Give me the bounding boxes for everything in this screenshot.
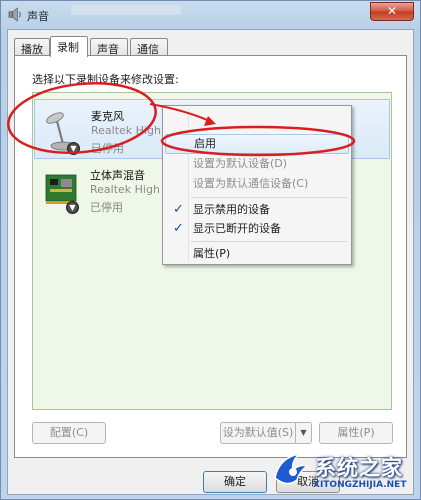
tab-playback[interactable]: 播放 [14,38,50,56]
instruction-text: 选择以下录制设备来修改设置: [32,73,179,86]
set-default-label: 设为默认值(S) [222,426,294,439]
device-name: 麦克风 [91,110,124,123]
watermark: 系统之家 XITONGZHIJIA.NET [265,440,421,500]
menu-item-enable[interactable]: 启用 [165,134,349,154]
speaker-icon [8,7,21,22]
context-menu: 启用 设置为默认设备(D) 设置为默认通信设备(C) ✓ 显示禁用的设备 ✓ 显… [162,105,352,265]
device-name: 立体声混音 [90,169,145,182]
menu-separator [191,197,347,198]
disabled-badge-icon: ▼ [67,142,80,155]
menu-item-show-disconnected[interactable]: ✓ 显示已断开的设备 [165,219,349,239]
ok-button[interactable]: 确定 [203,471,267,493]
tab-sounds[interactable]: 声音 [90,38,128,56]
menu-item-show-disabled[interactable]: ✓ 显示禁用的设备 [165,200,349,220]
tab-communications[interactable]: 通信 [130,38,168,56]
watermark-logo-icon [274,452,309,485]
window-title: 声音 [27,10,49,23]
menu-item-properties[interactable]: 属性(P) [165,244,349,264]
watermark-chinese: 系统之家 [315,456,403,480]
tab-recording[interactable]: 录制 [50,36,88,57]
check-icon: ✓ [173,221,184,236]
title-ghost-text [71,5,181,15]
menu-item-label: 显示已断开的设备 [193,222,281,235]
menu-item-set-default-comm[interactable]: 设置为默认通信设备(C) [165,174,349,194]
menu-item-label: 显示禁用的设备 [193,203,270,216]
device-status: 已停用 [91,142,124,155]
watermark-english: XITONGZHIJIA.NET [313,480,407,490]
menu-separator [191,241,347,242]
device-status: 已停用 [90,201,123,214]
check-icon: ✓ [173,202,184,217]
menu-item-set-default[interactable]: 设置为默认设备(D) [165,154,349,174]
close-button[interactable]: ✕ [370,2,414,21]
disabled-badge-icon: ▼ [66,201,79,214]
title-bar[interactable]: 声音 ✕ [1,1,420,29]
configure-button[interactable]: 配置(C) [32,422,106,444]
